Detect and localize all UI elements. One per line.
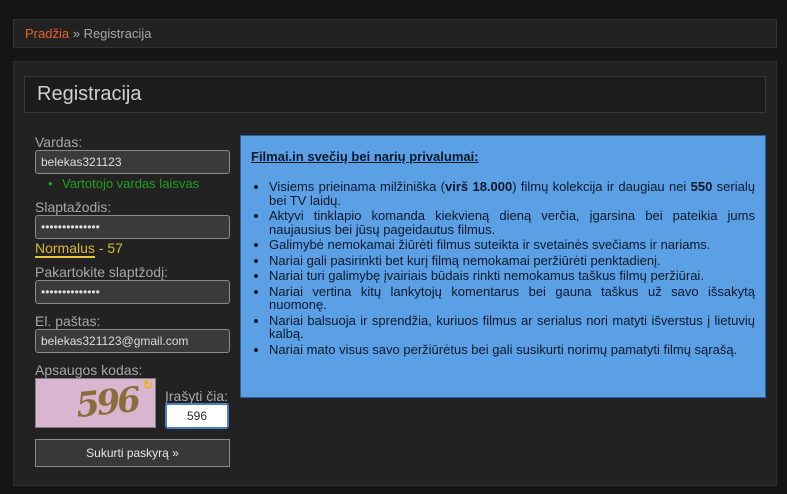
captcha-image-text: 596 [74,379,140,427]
benefit-item: Visiems prieinama milžiniška (virš 18.00… [269,180,755,207]
password-strength: Normalus - 57 [35,240,123,258]
password-label: Slaptažodis: [35,199,112,215]
benefit-item: Galimybė nemokamai žiūrėti filmus suteik… [269,238,755,252]
password-strength-word: Normalus [35,240,95,258]
benefit-item: Nariai mato visus savo peržiūrėtus bei g… [269,342,755,357]
username-label: Vardas: [35,134,83,150]
breadcrumb: Pradžia » Registracija [13,19,777,48]
page-title: Registracija [24,76,766,113]
create-account-button[interactable]: Sukurti paskyrą » [35,439,230,467]
benefit-item: Nariai turi galimybę įvairiais būdais ri… [269,269,755,283]
captcha-input[interactable] [165,403,229,429]
password-input[interactable] [35,215,230,239]
username-status: Vartotojo vardas laisvas [48,176,199,191]
refresh-icon[interactable]: ↻ [140,377,156,393]
benefits-box: Filmai.in svečių bei narių privalumai: V… [240,135,766,398]
email-input[interactable] [35,329,230,353]
benefits-heading: Filmai.in svečių bei narių privalumai: [251,149,479,164]
benefit-item: Aktyvi tinklapio komanda kiekvieną dieną… [269,209,755,236]
password-strength-separator: - [98,240,104,256]
password-strength-score: 57 [107,240,123,256]
password-repeat-label: Pakartokite slaptžodį: [35,264,169,280]
breadcrumb-separator: » [72,26,80,41]
captcha-input-label: Įrašyti čia: [165,388,229,404]
benefit-item: Nariai gali pasirinkti bet kurį filmą ne… [269,253,755,268]
captcha-image: 596 [35,378,156,428]
registration-panel: Registracija Vardas: Vartotojo vardas la… [13,61,777,486]
password-repeat-input[interactable] [35,280,230,304]
benefit-item: Nariai balsuoja ir sprendžia, kuriuos fi… [269,313,755,341]
breadcrumb-home-link[interactable]: Pradžia [25,26,69,41]
email-label: El. paštas: [35,313,101,329]
breadcrumb-current: Registracija [83,26,152,41]
captcha-label: Apsaugos kodas: [35,362,143,378]
benefit-item: Nariai vertina kitų lankytojų komentarus… [269,284,755,312]
username-input[interactable] [35,150,230,174]
benefits-list: Visiems prieinama milžiniška (virš 18.00… [251,180,755,356]
